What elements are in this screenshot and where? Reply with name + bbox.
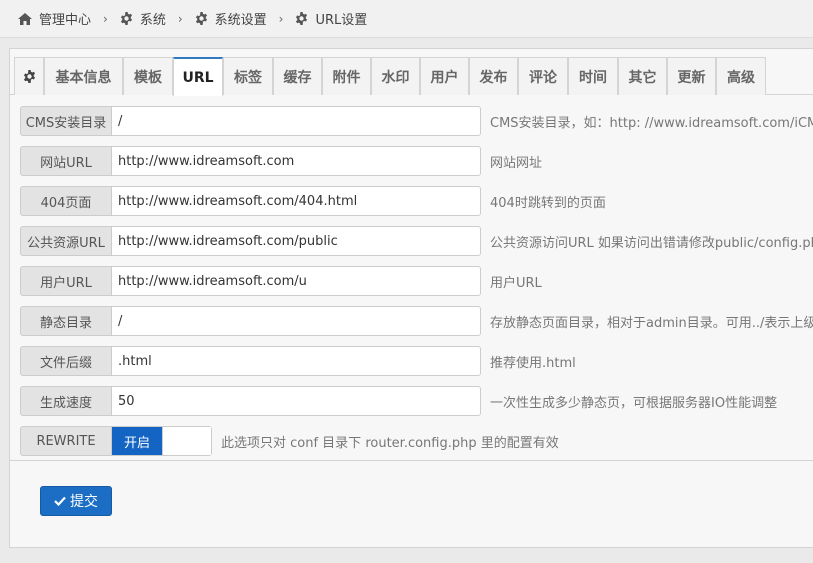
form-actions: 提交	[10, 462, 813, 548]
form-row-file-ext: 文件后缀 .html 推荐使用.html	[20, 346, 576, 376]
form-row-public-url: 公共资源URL http://www.idreamsoft.com/public…	[20, 226, 813, 256]
submit-button[interactable]: 提交	[40, 486, 112, 516]
breadcrumb-label: URL设置	[315, 13, 368, 28]
field-label: 用户URL	[20, 266, 111, 296]
field-label: CMS安装目录	[20, 106, 111, 136]
field-label: 公共资源URL	[20, 226, 111, 256]
field-help: 此选项只对 conf 目录下 router.config.php 里的配置有效	[221, 435, 559, 451]
field-label: 网站URL	[20, 146, 111, 176]
public-url-input[interactable]: http://www.idreamsoft.com/public	[111, 226, 481, 256]
breadcrumb-url-settings[interactable]: URL设置	[295, 9, 367, 28]
tab-users[interactable]: 用户	[420, 57, 469, 95]
field-help: CMS安装目录，如：http: //www.idreamsoft.com/iCM…	[490, 115, 813, 131]
generate-speed-input[interactable]: 50	[111, 386, 481, 416]
breadcrumb-separator: ›	[278, 11, 284, 26]
field-help: 用户URL	[490, 275, 542, 291]
check-icon	[54, 496, 66, 506]
form-row-cms-dir: CMS安装目录 / CMS安装目录，如：http: //www.idreamso…	[20, 106, 813, 136]
tab-update[interactable]: 更新	[667, 57, 716, 95]
breadcrumb-system[interactable]: 系统	[120, 9, 166, 28]
field-help: 一次性生成多少静态页，可根据服务器IO性能调整	[490, 395, 778, 411]
static-dir-input[interactable]: /	[111, 306, 481, 336]
breadcrumb-label: 系统	[139, 13, 166, 28]
field-help: 404时跳转到的页面	[490, 195, 606, 211]
settings-panel: 基本信息 模板 URL 标签 缓存 附件 水印 用户 发布 评论 时间 其它 更…	[9, 48, 813, 548]
toggle-on-label: 开启	[112, 427, 162, 455]
file-ext-input[interactable]: .html	[111, 346, 481, 376]
404-page-input[interactable]: http://www.idreamsoft.com/404.html	[111, 186, 481, 216]
home-icon	[18, 12, 32, 25]
field-help: 公共资源访问URL 如果访问出错请修改public/config.php	[490, 235, 813, 251]
field-label: 文件后缀	[20, 346, 111, 376]
user-url-input[interactable]: http://www.idreamsoft.com/u	[111, 266, 481, 296]
field-help: 存放静态页面目录，相对于admin目录。可用../表示上级目录	[490, 315, 813, 331]
tab-watermark[interactable]: 水印	[371, 57, 420, 95]
breadcrumb: 管理中心 › 系统 › 系统设置 › URL设置	[0, 0, 813, 38]
breadcrumb-system-settings[interactable]: 系统设置	[195, 9, 267, 28]
field-help: 网站网址	[490, 155, 543, 171]
url-settings-form: CMS安装目录 / CMS安装目录，如：http: //www.idreamso…	[10, 95, 813, 461]
gear-icon	[296, 12, 308, 25]
form-row-static-dir: 静态目录 / 存放静态页面目录，相对于admin目录。可用../表示上级目录	[20, 306, 813, 336]
settings-tabs: 基本信息 模板 URL 标签 缓存 附件 水印 用户 发布 评论 时间 其它 更…	[10, 57, 813, 96]
breadcrumb-label: 管理中心	[39, 13, 92, 28]
tab-settings-icon[interactable]	[14, 57, 44, 95]
form-row-user-url: 用户URL http://www.idreamsoft.com/u 用户URL	[20, 266, 542, 296]
breadcrumb-label: 系统设置	[214, 13, 267, 28]
tab-tags[interactable]: 标签	[223, 57, 273, 95]
tab-cache[interactable]: 缓存	[273, 57, 322, 95]
form-row-404-page: 404页面 http://www.idreamsoft.com/404.html…	[20, 186, 606, 216]
gear-icon	[120, 12, 132, 25]
tab-time[interactable]: 时间	[568, 57, 618, 95]
tab-advanced[interactable]: 高级	[716, 57, 766, 95]
field-label: 404页面	[20, 186, 111, 216]
tab-attachments[interactable]: 附件	[322, 57, 371, 95]
field-label: 生成速度	[20, 386, 111, 416]
field-label: REWRITE	[20, 426, 111, 456]
submit-label: 提交	[70, 494, 98, 510]
field-label: 静态目录	[20, 306, 111, 336]
gear-icon	[23, 70, 35, 83]
gear-icon	[195, 12, 207, 25]
cms-dir-input[interactable]: /	[111, 106, 481, 136]
rewrite-toggle[interactable]: 开启	[111, 426, 212, 456]
breadcrumb-separator: ›	[103, 11, 108, 26]
site-url-input[interactable]: http://www.idreamsoft.com	[111, 146, 481, 176]
tab-basic-info[interactable]: 基本信息	[44, 57, 123, 95]
toggle-knob[interactable]	[162, 427, 211, 455]
form-row-site-url: 网站URL http://www.idreamsoft.com 网站网址	[20, 146, 542, 176]
tab-template[interactable]: 模板	[123, 57, 173, 95]
tab-publish[interactable]: 发布	[469, 57, 518, 95]
form-row-rewrite: REWRITE 开启 此选项只对 conf 目录下 router.config.…	[20, 426, 559, 456]
field-help: 推荐使用.html	[490, 355, 576, 371]
breadcrumb-home[interactable]: 管理中心	[18, 9, 91, 28]
form-row-generate-speed: 生成速度 50 一次性生成多少静态页，可根据服务器IO性能调整	[20, 386, 777, 416]
breadcrumb-separator: ›	[177, 11, 183, 26]
tab-other[interactable]: 其它	[618, 57, 667, 95]
tab-url[interactable]: URL	[173, 57, 223, 96]
tab-comments[interactable]: 评论	[518, 57, 568, 95]
